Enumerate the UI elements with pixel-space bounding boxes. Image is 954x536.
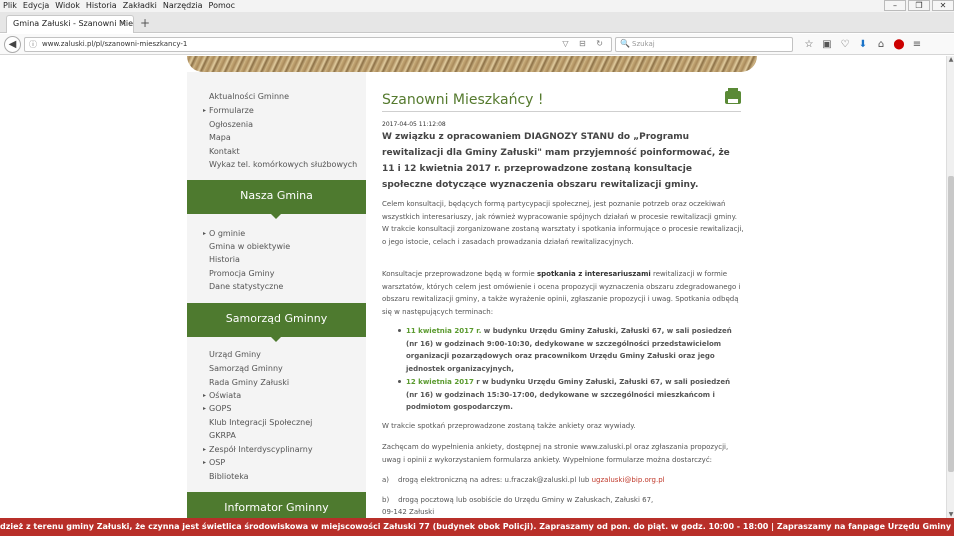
menu-zakladki[interactable]: Zakładki <box>120 0 160 12</box>
sidebar-link-ogloszenia[interactable]: Ogłoszenia <box>209 120 253 129</box>
contact-option-a: a) drogą elektroniczną na adres: u.fracz… <box>382 474 744 487</box>
article: Szanowni Mieszkańcy ! 2017-04-05 11:12:0… <box>366 72 757 518</box>
scrollbar-thumb[interactable] <box>948 176 954 472</box>
pocket-icon[interactable]: ♡ <box>836 36 854 53</box>
article-date: 2017-04-05 11:12:08 <box>382 121 446 128</box>
menu-edycja[interactable]: Edycja <box>20 0 52 12</box>
tab-active[interactable]: Gmina Załuski - Szanowni Mies... × <box>6 15 134 33</box>
title-divider <box>382 111 741 112</box>
toolbar-icons: ☆ ▣ ♡ ⬇ ⌂ ⬤ ≡ <box>800 36 926 53</box>
menu-bar: Plik Edycja Widok Historia Zakładki Narzędzia… <box>0 0 954 12</box>
article-paragraph-2: Konsultacje przeprowadzone będą w formie… <box>382 268 744 318</box>
chevron-right-icon: ▸ <box>203 230 207 237</box>
option-b-label: b) <box>382 496 390 504</box>
scroll-down-icon[interactable]: ▼ <box>947 511 954 518</box>
sidebar-link-gkrpa[interactable]: GKRPA <box>209 431 236 440</box>
back-button[interactable]: ◀ <box>4 36 21 53</box>
sidebar-link-biblioteka[interactable]: Biblioteka <box>209 472 249 481</box>
header-banner-image <box>187 56 757 72</box>
page-title: Szanowni Mieszkańcy ! <box>382 92 544 108</box>
section-header-informator: Informator Gminny <box>187 492 366 518</box>
chevron-right-icon: ▸ <box>203 107 207 114</box>
sidebar-link-promocja[interactable]: Promocja Gminy <box>209 269 274 278</box>
list-item-12-april: 12 kwietnia 2017 r w budynku Urzędu Gmin… <box>398 376 742 414</box>
chevron-right-icon: ▸ <box>203 392 207 399</box>
navigation-bar: ◀ ⓘ www.zaluski.pl/pl/szanowni-mieszkanc… <box>0 34 954 55</box>
search-bar[interactable]: 🔍 Szukaj <box>615 37 793 52</box>
search-placeholder[interactable]: Szukaj <box>632 40 655 48</box>
menu-icon[interactable]: ≡ <box>908 36 926 53</box>
chevron-right-icon: ▸ <box>203 405 207 412</box>
sidebar-link-dane[interactable]: Dane statystyczne <box>209 282 283 291</box>
sidebar-link-oswiata[interactable]: Oświata <box>209 391 241 400</box>
p2-text-a: Konsultacje przeprowadzone będą w formie <box>382 270 537 278</box>
search-icon: 🔍 <box>620 39 630 48</box>
scroll-up-icon[interactable]: ▲ <box>947 56 954 63</box>
option-b-text: drogą pocztową lub osobiście do Urzędu G… <box>398 496 654 504</box>
contact-option-b-address: 09-142 Załuski <box>382 508 435 516</box>
contact-option-b: b) drogą pocztową lub osobiście do Urzęd… <box>382 494 744 507</box>
article-lead: W związku z opracowaniem DIAGNOZY STANU … <box>382 132 730 190</box>
sidebar-link-urzad[interactable]: Urząd Gminy <box>209 350 261 359</box>
article-paragraph-4: Zachęcam do wypełnienia ankiety, dostępn… <box>382 443 729 464</box>
sidebar-link-kontakt[interactable]: Kontakt <box>209 147 240 156</box>
sidebar-link-samorzad[interactable]: Samorząd Gminny <box>209 364 283 373</box>
url-bar[interactable]: ⓘ www.zaluski.pl/pl/szanowni-mieszkancy-… <box>24 37 612 52</box>
page-scrollbar[interactable]: ▲ ▼ <box>946 56 954 518</box>
option-a-text: drogą elektroniczną na adres: u.fraczak@… <box>397 476 592 484</box>
news-ticker[interactable]: dzież z terenu gminy Załuski, że czynna … <box>0 518 954 536</box>
sidebar: Aktualności Gminne ▸ Formularze Ogłoszen… <box>187 72 366 518</box>
menu-narzedzia[interactable]: Narzędzia <box>160 0 206 12</box>
site-info-icon[interactable]: ⓘ <box>29 39 37 50</box>
menu-historia[interactable]: Historia <box>83 0 120 12</box>
section-header-nasza-gmina: Nasza Gmina <box>187 180 366 219</box>
tab-bar: Gmina Załuski - Szanowni Mies... × + <box>0 12 954 33</box>
sidebar-link-zespol[interactable]: Zespół Interdyscyplinarny <box>209 445 313 454</box>
menu-pomoc[interactable]: Pomoc <box>206 0 239 12</box>
sidebar-link-formularze[interactable]: Formularze <box>209 106 254 115</box>
sidebar-link-osp[interactable]: OSP <box>209 458 225 467</box>
sidebar-link-rada[interactable]: Rada Gminy Załuski <box>209 378 289 387</box>
date-12-april: 12 kwietnia 2017 <box>406 378 474 386</box>
page-viewport: Aktualności Gminne ▸ Formularze Ogłoszen… <box>0 56 946 518</box>
tab-title: Gmina Załuski - Szanowni Mies... <box>13 19 134 28</box>
sidebar-link-gmina-w-obiektywie[interactable]: Gmina w obiektywie <box>209 242 290 251</box>
reading-list-icon[interactable]: ▣ <box>818 36 836 53</box>
tab-close-icon[interactable]: × <box>120 16 127 32</box>
new-tab-button[interactable]: + <box>140 15 150 31</box>
list-item-11-april: 11 kwietnia 2017 r. w budynku Urzędu Gmi… <box>398 325 742 375</box>
sidebar-link-gops[interactable]: GOPS <box>209 404 231 413</box>
download-icon[interactable]: ⬇ <box>854 36 872 53</box>
sidebar-link-klub[interactable]: Klub Integracji Społecznej <box>209 418 312 427</box>
back-arrow-icon: ◀ <box>8 39 17 50</box>
sidebar-link-aktualnosci[interactable]: Aktualności Gminne <box>209 92 289 101</box>
chevron-right-icon: ▸ <box>203 446 207 453</box>
url-text[interactable]: www.zaluski.pl/pl/szanowni-mieszkancy-1 <box>42 40 187 48</box>
window-controls: – ❐ ✕ <box>882 0 954 11</box>
article-paragraph-3: W trakcie spotkań przeprowadzone zostaną… <box>382 422 636 430</box>
print-icon[interactable] <box>725 88 741 104</box>
email-link[interactable]: ugzaluski@bip.org.pl <box>592 476 665 484</box>
sidebar-link-mapa[interactable]: Mapa <box>209 133 231 142</box>
close-window-icon[interactable]: ✕ <box>932 0 954 11</box>
option-a-label: a) <box>382 476 390 484</box>
star-icon[interactable]: ☆ <box>800 36 818 53</box>
sidebar-link-wykaz[interactable]: Wykaz tel. komórkowych służbowych <box>209 160 357 169</box>
menu-plik[interactable]: Plik <box>0 0 20 12</box>
p2-bold: spotkania z interesariuszami <box>536 270 651 278</box>
adblock-icon[interactable]: ⬤ <box>890 36 908 53</box>
url-bar-icons[interactable]: ▽ ⊟ ↻ <box>562 39 607 48</box>
minimize-icon[interactable]: – <box>884 0 906 11</box>
chevron-right-icon: ▸ <box>203 459 207 466</box>
date-11-april: 11 kwietnia 2017 r. <box>406 327 482 335</box>
restore-icon[interactable]: ❐ <box>908 0 930 11</box>
menu-widok[interactable]: Widok <box>52 0 83 12</box>
article-paragraph-1: Celem konsultacji, będących formą partyc… <box>382 200 744 246</box>
sidebar-link-o-gminie[interactable]: O gminie <box>209 229 245 238</box>
section-header-samorzad: Samorząd Gminny <box>187 303 366 342</box>
home-icon[interactable]: ⌂ <box>872 36 890 53</box>
sidebar-link-historia[interactable]: Historia <box>209 255 240 264</box>
